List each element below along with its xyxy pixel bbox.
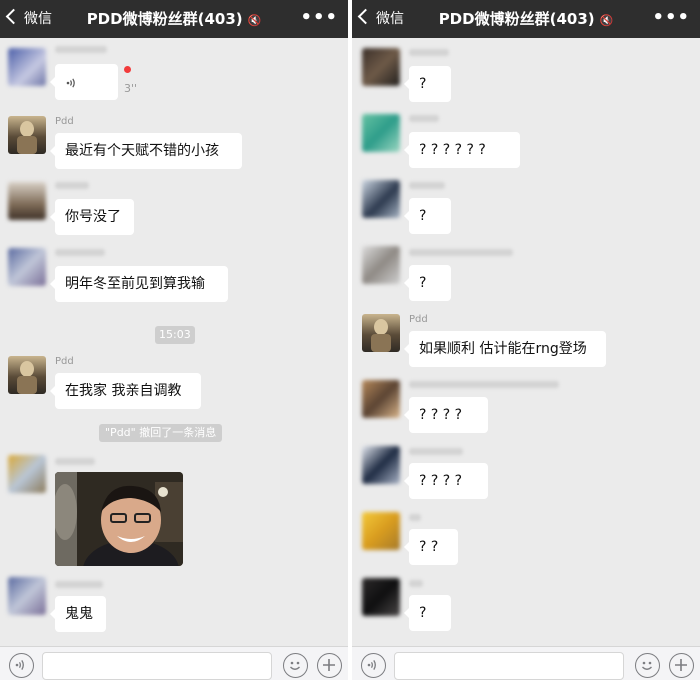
avatar[interactable] <box>362 48 400 86</box>
avatar[interactable] <box>8 248 46 286</box>
nickname-blurred <box>409 448 463 455</box>
avatar-figure-icon <box>371 319 391 352</box>
message-bubble[interactable]: 你号没了 <box>50 199 134 235</box>
voice-duration: 3'' <box>124 82 138 95</box>
avatar-figure-icon <box>17 121 37 154</box>
message-bubble[interactable]: ? <box>404 595 451 631</box>
avatar[interactable] <box>362 380 400 418</box>
avatar-pdd[interactable] <box>8 116 46 154</box>
nickname-blurred <box>55 581 103 588</box>
input-bar <box>352 646 700 680</box>
back-button[interactable]: 微信 <box>357 0 404 38</box>
avatar[interactable] <box>8 455 46 493</box>
mute-icon: 🔇 <box>247 14 262 27</box>
nickname-blurred <box>409 514 421 521</box>
chat-title: PDD微博粉丝群(403) <box>438 10 595 28</box>
back-label: 微信 <box>376 11 404 27</box>
back-button[interactable]: 微信 <box>5 0 52 38</box>
recall-notice: "Pdd" 撤回了一条消息 <box>99 424 223 442</box>
message-bubble[interactable]: ? ? ? ? <box>404 463 488 499</box>
nickname-blurred <box>409 381 559 388</box>
input-bar <box>0 646 348 680</box>
voice-icon <box>65 75 79 89</box>
message-bubble[interactable]: ? ? ? ? <box>404 397 488 433</box>
nickname-blurred <box>55 182 89 189</box>
nickname: Pdd <box>55 356 74 367</box>
avatar-pdd[interactable] <box>362 314 400 352</box>
message-bubble[interactable]: ? <box>404 265 451 301</box>
nickname-blurred <box>55 46 107 53</box>
avatar[interactable] <box>362 180 400 218</box>
avatar[interactable] <box>362 114 400 152</box>
plus-button[interactable] <box>669 653 694 678</box>
more-icon[interactable]: ••• <box>300 0 338 36</box>
chat-panel-right: 微信 PDD微博粉丝群(403) 🔇 ••• ? ? ? ? ? ? ? ? ? … <box>352 0 700 680</box>
nickname-blurred <box>409 182 445 189</box>
nickname-blurred <box>409 249 513 256</box>
message-bubble[interactable]: ? <box>404 66 451 102</box>
message-bubble[interactable]: ? <box>404 198 451 234</box>
avatar[interactable] <box>362 512 400 550</box>
message-bubble[interactable]: 鬼鬼 <box>50 596 106 632</box>
nickname-blurred <box>55 249 105 256</box>
chat-panel-left: 微信 PDD微博粉丝群(403) 🔇 ••• 3'' Pdd 最近有个天赋不错的小… <box>0 0 348 680</box>
photo-image <box>55 472 183 566</box>
chevron-left-icon <box>357 8 374 25</box>
message-bubble[interactable]: 如果顺利 估计能在rng登场 <box>404 331 606 367</box>
plus-button[interactable] <box>317 653 342 678</box>
avatar[interactable] <box>362 246 400 284</box>
photo-message[interactable] <box>55 472 183 566</box>
avatar[interactable] <box>8 182 46 220</box>
voice-toggle-button[interactable] <box>361 653 386 678</box>
nickname-blurred <box>409 49 449 56</box>
unread-dot <box>124 66 131 73</box>
avatar[interactable] <box>8 48 46 86</box>
emoji-button[interactable] <box>635 653 660 678</box>
message-bubble[interactable]: 在我家 我亲自调教 <box>50 373 201 409</box>
nickname-blurred <box>409 115 439 122</box>
message-bubble[interactable]: ? ? <box>404 529 458 565</box>
nav-bar: 微信 PDD微博粉丝群(403) 🔇 ••• <box>352 0 700 38</box>
avatar-pdd[interactable] <box>8 356 46 394</box>
message-input[interactable] <box>42 652 272 680</box>
voice-message-bubble[interactable] <box>50 64 118 100</box>
avatar[interactable] <box>8 577 46 615</box>
nickname-blurred <box>409 580 423 587</box>
chevron-left-icon <box>5 8 22 25</box>
avatar[interactable] <box>362 446 400 484</box>
avatar[interactable] <box>362 578 400 616</box>
more-icon[interactable]: ••• <box>652 0 690 36</box>
chat-title-wrap: PDD微博粉丝群(403) 🔇 <box>0 0 348 40</box>
nickname: Pdd <box>409 314 428 325</box>
timestamp: 15:03 <box>155 326 195 344</box>
voice-toggle-button[interactable] <box>9 653 34 678</box>
nav-bar: 微信 PDD微博粉丝群(403) 🔇 ••• <box>0 0 348 38</box>
avatar-figure-icon <box>17 361 37 394</box>
message-input[interactable] <box>394 652 624 680</box>
message-bubble[interactable]: 最近有个天赋不错的小孩 <box>50 133 242 169</box>
emoji-button[interactable] <box>283 653 308 678</box>
nickname-blurred <box>55 458 95 465</box>
chat-title: PDD微博粉丝群(403) <box>86 10 243 28</box>
chat-title-wrap: PDD微博粉丝群(403) 🔇 <box>352 0 700 40</box>
back-label: 微信 <box>24 11 52 27</box>
message-bubble[interactable]: ? ? ? ? ? ? <box>404 132 520 168</box>
message-bubble[interactable]: 明年冬至前见到算我输 <box>50 266 228 302</box>
nickname: Pdd <box>55 116 74 127</box>
mute-icon: 🔇 <box>599 14 614 27</box>
